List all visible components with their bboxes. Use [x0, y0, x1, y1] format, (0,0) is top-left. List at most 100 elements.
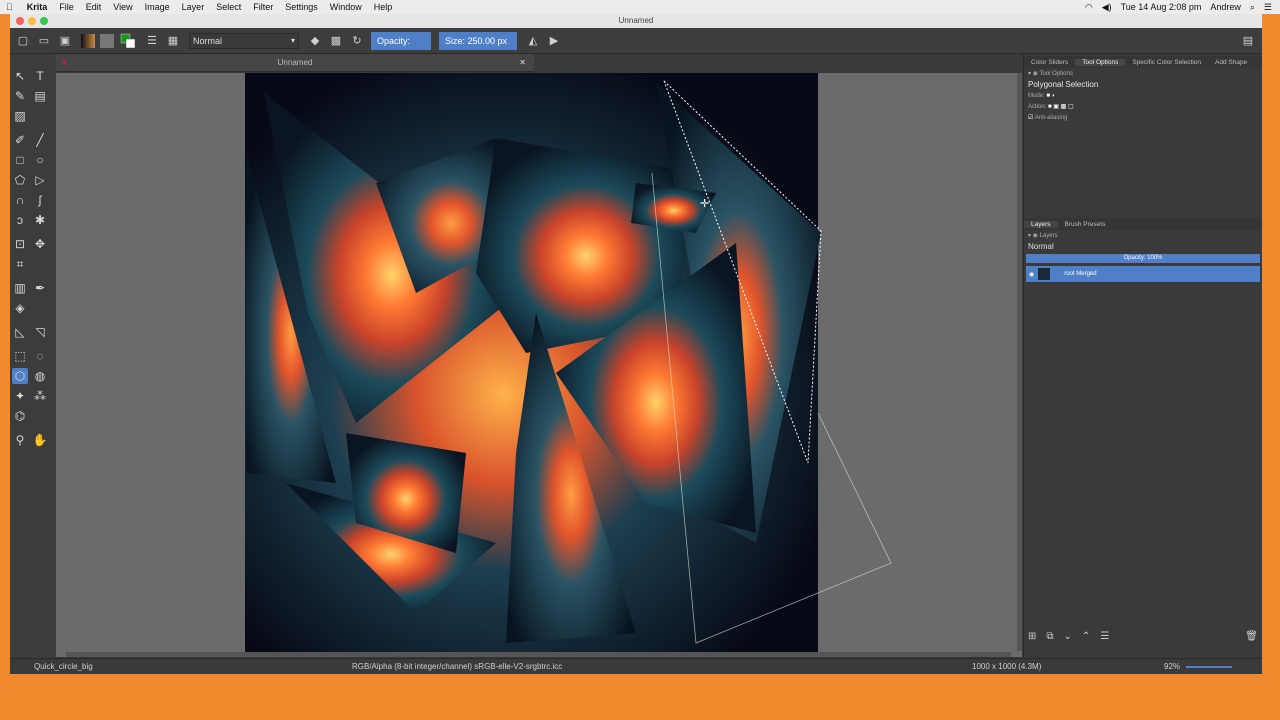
menu-edit[interactable]: Edit — [86, 2, 102, 12]
menu-help[interactable]: Help — [374, 2, 393, 12]
action-replace-icon[interactable]: ■ ▣ ▩ ▢ — [1048, 104, 1074, 110]
wifi-icon[interactable]: ◠ — [1085, 2, 1093, 13]
size-slider[interactable]: Size: 250.00 px — [439, 31, 517, 50]
close-window-icon[interactable] — [16, 17, 24, 25]
menu-settings[interactable]: Settings — [285, 2, 318, 12]
measure-tool-icon[interactable]: ◹ — [32, 324, 48, 340]
color-picker-icon[interactable]: ✒ — [32, 280, 48, 296]
ellipse-select-icon[interactable]: ◌ — [32, 348, 48, 364]
brush-editor-icon[interactable]: ☰ — [144, 33, 160, 49]
freehand-path-icon[interactable]: ʃ — [32, 192, 48, 208]
polygon-tool-icon[interactable]: ⬠ — [12, 172, 28, 188]
mirror-horizontal-icon[interactable]: ◭ — [525, 33, 541, 49]
tab-brush-presets[interactable]: Brush Presets — [1058, 221, 1113, 228]
preserve-alpha-icon[interactable]: ▩ — [328, 33, 344, 49]
edit-shapes-icon[interactable]: ✎ — [12, 88, 28, 104]
outline-select-icon[interactable]: ◍ — [32, 368, 48, 384]
save-document-icon[interactable]: ▣ — [57, 33, 73, 49]
menu-view[interactable]: View — [113, 2, 132, 12]
tab-tool-options[interactable]: Tool Options — [1075, 58, 1126, 66]
close-tab-icon[interactable]: ✕ — [519, 54, 526, 72]
search-icon[interactable]: ⌕ — [1250, 2, 1255, 13]
zoom-tool-icon[interactable]: ⚲ — [12, 432, 28, 448]
pattern-swatch-icon[interactable] — [100, 33, 114, 48]
text-tool-icon[interactable]: T — [32, 68, 48, 84]
rectangle-tool-icon[interactable]: □ — [12, 152, 28, 168]
menu-filter[interactable]: Filter — [253, 2, 273, 12]
layer-row[interactable]: ◉ root Merged — [1026, 266, 1260, 282]
delete-layer-icon[interactable]: 🗑 — [1245, 631, 1258, 642]
mode-replace-icon[interactable]: ■ — [1046, 93, 1050, 99]
bezier-tool-icon[interactable]: ∩ — [12, 192, 28, 208]
similar-select-icon[interactable]: ⁂ — [32, 388, 48, 404]
menu-window[interactable]: Window — [330, 2, 362, 12]
menu-icon[interactable]: ☰ — [1264, 2, 1272, 13]
polygon-select-icon[interactable]: ⬡ — [12, 368, 28, 384]
visibility-eye-icon[interactable]: ◉ — [1029, 271, 1034, 278]
opacity-slider[interactable]: Opacity: 1.00 — [371, 31, 431, 64]
eraser-mode-icon[interactable]: ◆ — [307, 33, 323, 49]
duplicate-layer-icon[interactable]: ⧉ — [1046, 631, 1053, 642]
layer-name[interactable]: root Merged — [1064, 271, 1096, 277]
artwork-canvas[interactable]: ✛ — [56, 73, 1022, 657]
gradient-edit-icon[interactable]: ▨ — [12, 108, 28, 124]
minimize-window-icon[interactable] — [28, 17, 36, 25]
select-shapes-icon[interactable]: ↖ — [12, 68, 28, 84]
preset-chooser-icon[interactable]: ▦ — [165, 33, 181, 49]
multibrush-icon[interactable]: ✱ — [32, 212, 48, 228]
crop-tool-icon[interactable]: ⌗ — [12, 256, 28, 272]
menu-file[interactable]: File — [59, 2, 74, 12]
blend-mode-select[interactable]: Normal — [189, 32, 299, 49]
move-up-icon[interactable]: ⌃ — [1082, 631, 1090, 642]
bezier-select-icon[interactable]: ⌬ — [12, 408, 28, 424]
canvas-scrollbar-vertical[interactable] — [1017, 73, 1022, 651]
layer-opacity-slider[interactable]: Opacity: 100% — [1026, 254, 1260, 263]
gradient-tool-icon[interactable]: ▥ — [12, 280, 28, 296]
gradient-swatch-icon[interactable] — [81, 33, 95, 48]
reload-preset-icon[interactable]: ↻ — [349, 33, 365, 49]
apple-icon[interactable]:  — [6, 2, 13, 12]
tab-specific-color[interactable]: Specific Color Selection — [1125, 59, 1208, 66]
layer-properties-icon[interactable]: ☰ — [1100, 631, 1109, 642]
clock[interactable]: Tue 14 Aug 2:08 pm — [1121, 2, 1202, 12]
document-tab[interactable]: ● Unnamed ✕ — [56, 54, 534, 72]
assistant-tool-icon[interactable]: ◺ — [12, 324, 28, 340]
menu-image[interactable]: Image — [145, 2, 170, 12]
rect-select-icon[interactable]: ⬚ — [12, 348, 28, 364]
move-tool-icon[interactable]: ✥ — [32, 236, 48, 252]
open-document-icon[interactable]: ▭ — [36, 33, 52, 49]
add-layer-icon[interactable]: ⊞ — [1028, 631, 1036, 642]
zoom-level[interactable]: 92% — [1164, 662, 1180, 671]
layer-blend-select[interactable]: Normal — [1026, 241, 1260, 253]
freehand-brush-icon[interactable]: ✐ — [12, 132, 28, 148]
color-swatch-icon[interactable] — [120, 33, 136, 49]
canvas-scrollbar-horizontal[interactable] — [66, 652, 1011, 657]
app-menu[interactable]: Krita — [27, 2, 48, 12]
move-down-icon[interactable]: ⌄ — [1064, 631, 1072, 642]
calligraphy-icon[interactable]: ▤ — [32, 88, 48, 104]
menu-layer[interactable]: Layer — [182, 2, 205, 12]
toolbar-menu-icon[interactable]: ▤ — [1240, 33, 1256, 49]
mode-intersect-icon[interactable]: ◗ — [1052, 93, 1056, 99]
volume-icon[interactable]: ◀) — [1102, 2, 1112, 13]
anti-alias-row[interactable]: ☑ Anti-aliasing — [1028, 114, 1258, 121]
pan-tool-icon[interactable]: ✋ — [32, 432, 48, 448]
tab-layers[interactable]: Layers — [1024, 220, 1058, 228]
canvas-area[interactable]: ✛ — [56, 73, 1022, 657]
fill-tool-icon[interactable]: ◈ — [12, 300, 28, 316]
zoom-slider[interactable] — [1186, 666, 1232, 668]
ellipse-tool-icon[interactable]: ○ — [32, 152, 48, 168]
mirror-vertical-icon[interactable]: ▶ — [546, 33, 562, 49]
anti-alias-checkbox[interactable]: ☑ — [1028, 115, 1033, 121]
tab-add-shape[interactable]: Add Shape — [1208, 59, 1254, 66]
polyline-tool-icon[interactable]: ▷ — [32, 172, 48, 188]
contiguous-select-icon[interactable]: ✦ — [12, 388, 28, 404]
menu-select[interactable]: Select — [216, 2, 241, 12]
new-document-icon[interactable]: ▢ — [15, 33, 31, 49]
transform-tool-icon[interactable]: ⊡ — [12, 236, 28, 252]
dynamic-brush-icon[interactable]: ↄ — [12, 212, 28, 228]
zoom-window-icon[interactable] — [40, 17, 48, 25]
user-name[interactable]: Andrew — [1210, 2, 1241, 12]
tab-color-sliders[interactable]: Color Sliders — [1024, 59, 1075, 66]
line-tool-icon[interactable]: ╱ — [32, 132, 48, 148]
